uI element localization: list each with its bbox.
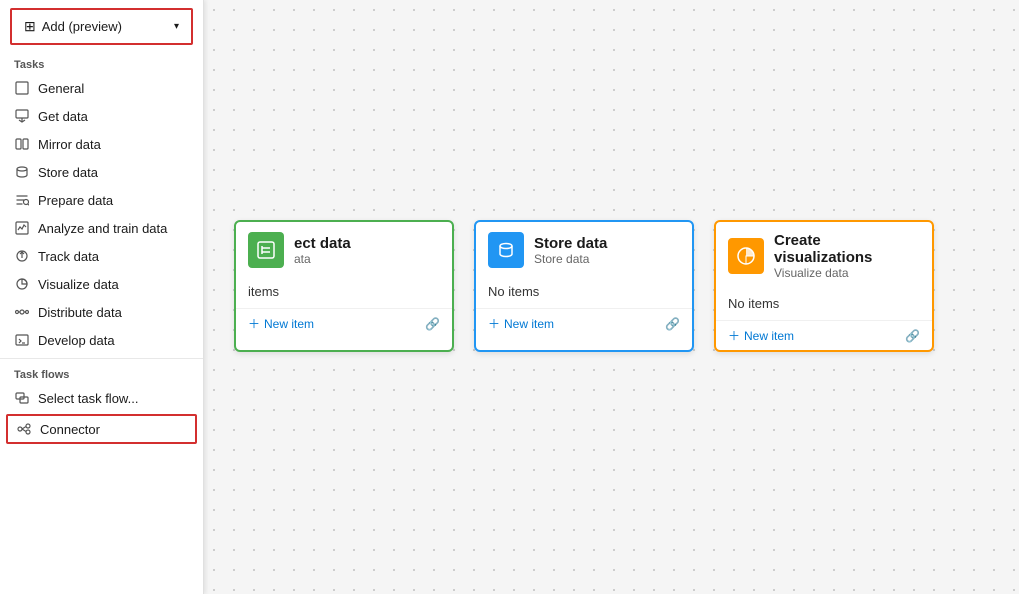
card-header-viz: Create visualizations Visualize data <box>716 222 932 290</box>
prepare-data-icon <box>14 192 30 208</box>
collect-new-item-button[interactable]: ＋ New item <box>248 315 314 332</box>
develop-icon <box>14 332 30 348</box>
store-plus-icon: ＋ <box>488 315 500 332</box>
collect-attach-icon[interactable]: 🔗 <box>425 317 440 331</box>
store-card-titles: Store data Store data <box>534 235 607 266</box>
get-data-icon <box>14 108 30 124</box>
cards-container: ect data ata items ＋ New item 🔗 <box>234 220 934 352</box>
viz-attach-icon[interactable]: 🔗 <box>905 329 920 343</box>
viz-new-item-label: New item <box>744 329 794 343</box>
store-card-title: Store data <box>534 235 607 252</box>
track-data-icon <box>14 248 30 264</box>
collect-card-footer: ＋ New item 🔗 <box>236 308 452 338</box>
collect-plus-icon: ＋ <box>248 315 260 332</box>
task-card-collect-data: ect data ata items ＋ New item 🔗 <box>234 220 454 352</box>
general-icon <box>14 80 30 96</box>
distribute-data-label: Distribute data <box>38 305 122 320</box>
store-new-item-label: New item <box>504 317 554 331</box>
sidebar-item-develop-data[interactable]: Develop data <box>0 326 203 354</box>
visualize-icon <box>14 276 30 292</box>
connector-icon <box>16 421 32 437</box>
connector-label: Connector <box>40 422 100 437</box>
store-attach-icon[interactable]: 🔗 <box>665 317 680 331</box>
prepare-data-label: Prepare data <box>38 193 113 208</box>
sidebar-item-prepare-data[interactable]: Prepare data <box>0 186 203 214</box>
sidebar-item-visualize-data[interactable]: Visualize data <box>0 270 203 298</box>
sidebar: ⊞ Add (preview) ▾ Tasks General <box>0 0 204 594</box>
app-container: ⊞ Add (preview) ▾ Tasks General <box>0 0 1019 594</box>
analyze-label: Analyze and train data <box>38 221 167 236</box>
collect-new-item-label: New item <box>264 317 314 331</box>
collect-card-subtitle: ata <box>294 252 351 266</box>
divider <box>0 358 203 359</box>
collect-card-body: items <box>236 278 452 308</box>
viz-card-icon <box>728 238 764 274</box>
sidebar-item-get-data[interactable]: Get data <box>0 102 203 130</box>
store-data-card-icon <box>488 232 524 268</box>
sidebar-item-connector[interactable]: Connector <box>6 414 197 444</box>
select-task-flow-label: Select task flow... <box>38 391 138 406</box>
mirror-data-icon <box>14 136 30 152</box>
viz-no-items: No items <box>728 296 779 311</box>
viz-new-item-button[interactable]: ＋ New item <box>728 327 794 344</box>
visualize-data-label: Visualize data <box>38 277 119 292</box>
viz-card-titles: Create visualizations Visualize data <box>774 232 920 280</box>
task-flows-section-label: Task flows <box>0 363 203 384</box>
sidebar-item-analyze-train[interactable]: Analyze and train data <box>0 214 203 242</box>
analyze-icon <box>14 220 30 236</box>
store-data-icon <box>14 164 30 180</box>
store-new-item-button[interactable]: ＋ New item <box>488 315 554 332</box>
viz-card-subtitle: Visualize data <box>774 266 920 280</box>
get-data-label: Get data <box>38 109 88 124</box>
store-card-footer: ＋ New item 🔗 <box>476 308 692 338</box>
viz-card-footer: ＋ New item 🔗 <box>716 320 932 350</box>
sidebar-item-store-data[interactable]: Store data <box>0 158 203 186</box>
chevron-down-icon: ▾ <box>174 21 179 32</box>
collect-items-text: items <box>248 284 279 299</box>
collect-data-icon <box>248 232 284 268</box>
sidebar-item-distribute-data[interactable]: Distribute data <box>0 298 203 326</box>
plus-icon: ⊞ <box>24 18 36 35</box>
mirror-data-label: Mirror data <box>38 137 101 152</box>
distribute-icon <box>14 304 30 320</box>
sidebar-item-select-task-flow[interactable]: Select task flow... <box>0 384 203 412</box>
sidebar-item-general[interactable]: General <box>0 74 203 102</box>
develop-data-label: Develop data <box>38 333 115 348</box>
add-button-label: Add (preview) <box>42 19 122 34</box>
sidebar-item-mirror-data[interactable]: Mirror data <box>0 130 203 158</box>
collect-card-title: ect data <box>294 235 351 252</box>
viz-card-title: Create visualizations <box>774 232 920 266</box>
add-preview-button[interactable]: ⊞ Add (preview) ▾ <box>10 8 193 45</box>
collect-card-titles: ect data ata <box>294 235 351 266</box>
select-task-flow-icon <box>14 390 30 406</box>
store-no-items: No items <box>488 284 539 299</box>
sidebar-item-track-data[interactable]: Track data <box>0 242 203 270</box>
viz-card-body: No items <box>716 290 932 320</box>
main-canvas: ect data ata items ＋ New item 🔗 <box>204 0 1019 594</box>
card-header-store: Store data Store data <box>476 222 692 278</box>
store-card-body: No items <box>476 278 692 308</box>
store-card-subtitle: Store data <box>534 252 607 266</box>
task-card-store-data: Store data Store data No items ＋ New ite… <box>474 220 694 352</box>
viz-plus-icon: ＋ <box>728 327 740 344</box>
task-card-create-viz: Create visualizations Visualize data No … <box>714 220 934 352</box>
card-header-collect: ect data ata <box>236 222 452 278</box>
general-label: General <box>38 81 84 96</box>
tasks-section-label: Tasks <box>0 53 203 74</box>
track-data-label: Track data <box>38 249 99 264</box>
store-data-label: Store data <box>38 165 98 180</box>
